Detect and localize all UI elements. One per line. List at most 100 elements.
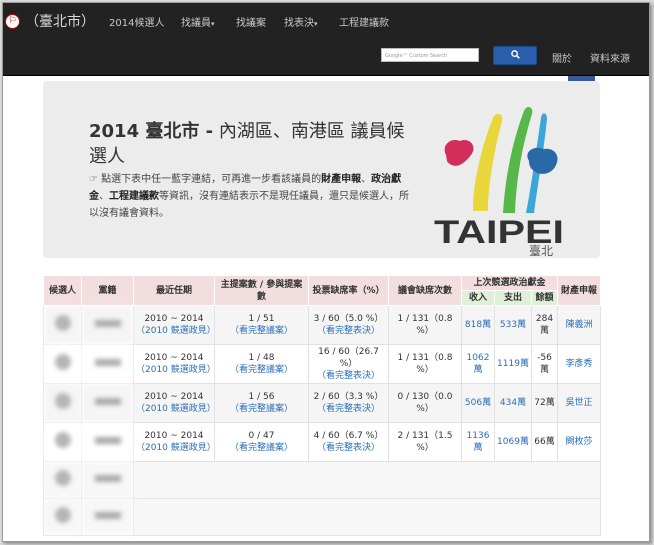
nav-link-construction-funds[interactable]: 工程建議款: [339, 14, 389, 29]
expense-cell: 434萬: [494, 383, 532, 423]
party-cell: [81, 498, 134, 536]
term-cell: 2010 ~ 2014 （2010 競選政見）: [133, 305, 216, 345]
property-link[interactable]: 李彥秀: [565, 359, 592, 369]
taipei-logo: TAIPEI 臺北: [434, 107, 564, 258]
brand-label: （臺北市）: [25, 14, 95, 30]
platform-link[interactable]: （2010 競選政見）: [136, 404, 216, 414]
council-absence-cell: 1 / 131（0.8 %）: [388, 344, 462, 384]
vote-absence-cell: 4 / 60（6.7 %） （看完整表決）: [308, 422, 389, 462]
balance-cell: -56萬: [531, 344, 558, 384]
property-link[interactable]: 闕枚莎: [565, 437, 592, 447]
candidates-table: 候選人 黨籍 最近任期 主提案數 / 參與提案數 投票缺席率（%） 議會缺席次數…: [43, 275, 601, 536]
header-balance: 餘額: [531, 290, 558, 306]
chevron-down-icon: ▾: [211, 20, 215, 28]
view-votes-link[interactable]: （看完整表決）: [317, 404, 380, 414]
chevron-down-icon: ▾: [314, 20, 318, 28]
view-bills-link[interactable]: （看完整議案）: [230, 326, 293, 336]
header-vote-absence: 投票缺席率（%）: [308, 275, 389, 306]
income-link[interactable]: 1136萬: [467, 431, 490, 453]
expense-link[interactable]: 1119萬: [497, 359, 529, 369]
header-income: 收入: [461, 290, 495, 306]
search-icon: [510, 50, 520, 59]
view-votes-link[interactable]: （看完整表決）: [317, 326, 380, 336]
nav-link-data-sources[interactable]: 資料來源: [590, 50, 630, 65]
income-link[interactable]: 1062萬: [467, 353, 490, 375]
header-council-absence: 議會缺席次數: [388, 275, 462, 306]
nav-link-find-councilor[interactable]: 找議員▾: [181, 14, 215, 29]
header-candidate: 候選人: [43, 275, 82, 306]
income-cell: 1136萬: [461, 422, 495, 462]
vote-absence-cell: 3 / 60（5.0 %） （看完整表決）: [308, 305, 389, 345]
income-cell: 506萬: [461, 383, 495, 423]
table-row: 2010 ~ 2014 （2010 競選政見） 1 / 56 （看完整議案） 2 /…: [43, 383, 601, 423]
header-bills: 主提案數 / 參與提案數: [214, 275, 309, 306]
expense-link[interactable]: 434萬: [500, 398, 526, 408]
candidates-table-wrapper: 候選人 黨籍 最近任期 主提案數 / 參與提案數 投票缺席率（%） 議會缺席次數…: [43, 275, 601, 536]
nav-link-about[interactable]: 關於: [552, 50, 572, 65]
page-title: 2014 臺北市 - 內湖區、南港區 議員候選人: [89, 121, 405, 167]
council-absence-cell: 1 / 131（0.8 %）: [388, 305, 462, 345]
nav-link-find-bills[interactable]: 找議案: [236, 14, 266, 29]
property-cell: 陳義洲: [557, 305, 601, 345]
expense-link[interactable]: 533萬: [500, 320, 526, 330]
search-button[interactable]: [493, 46, 537, 65]
expense-cell: 1069萬: [494, 422, 532, 462]
property-cell: 闕枚莎: [557, 422, 601, 462]
view-votes-link[interactable]: （看完整表決）: [317, 443, 380, 453]
term-cell: 2010 ~ 2014 （2010 競選政見）: [133, 344, 216, 384]
view-votes-link[interactable]: （看完整表決）: [317, 371, 380, 381]
property-link[interactable]: 陳義洲: [565, 320, 592, 330]
income-link[interactable]: 506萬: [465, 398, 491, 408]
vote-absence-cell: 16 / 60（26.7 %） （看完整表決）: [308, 344, 389, 384]
income-cell: 1062萬: [461, 344, 495, 384]
candidate-photo[interactable]: [43, 305, 82, 345]
browser-frame: ⚐ （臺北市） 2014候選人 找議員▾ 找議案 找表決▾ 工程建議款 Goog…: [2, 2, 650, 542]
intro-description: ☞ 點選下表中任一藍字連結，可再進一步看該議員的財產申報、政治獻金、工程建議款等…: [89, 174, 409, 219]
header-term: 最近任期: [133, 275, 215, 306]
term-cell: 2010 ~ 2014 （2010 競選政見）: [133, 422, 216, 462]
table-row: 2010 ~ 2014 （2010 競選政見） 0 / 47 （看完整議案） 4 /…: [43, 422, 601, 462]
property-cell: 李彥秀: [557, 344, 601, 384]
table-row: 2010 ~ 2014 （2010 競選政見） 1 / 48 （看完整議案） 16 …: [43, 344, 601, 384]
candidate-photo[interactable]: [43, 461, 82, 499]
empty-cell: [133, 461, 601, 499]
view-bills-link[interactable]: （看完整議案）: [230, 404, 293, 414]
platform-link[interactable]: （2010 競選政見）: [136, 443, 216, 453]
header-political-donation: 上次競選政治獻金: [461, 275, 558, 291]
view-bills-link[interactable]: （看完整議案）: [230, 365, 293, 375]
taipei-logo-subtext: 臺北: [529, 243, 553, 258]
candidate-photo[interactable]: [43, 383, 82, 423]
candidate-photo[interactable]: [43, 498, 82, 536]
expense-cell: 1119萬: [494, 344, 532, 384]
balance-cell: 284萬: [531, 305, 558, 345]
bills-cell: 0 / 47 （看完整議案）: [214, 422, 309, 462]
balance-cell: 72萬: [531, 383, 558, 423]
balance-cell: 66萬: [531, 422, 558, 462]
search-input[interactable]: Google™ Custom Search: [381, 48, 479, 62]
nav-link-find-votes[interactable]: 找表決▾: [284, 14, 318, 29]
table-row: [43, 461, 601, 499]
header-party: 黨籍: [81, 275, 134, 306]
view-bills-link[interactable]: （看完整議案）: [230, 443, 293, 453]
intro-panel: 2014 臺北市 - 內湖區、南港區 議員候選人 ☞ 點選下表中任一藍字連結，可…: [43, 81, 600, 258]
party-cell: [81, 461, 134, 499]
platform-link[interactable]: （2010 競選政見）: [136, 365, 216, 375]
expense-link[interactable]: 1069萬: [497, 437, 529, 447]
party-cell: [81, 344, 134, 384]
expense-cell: 533萬: [494, 305, 532, 345]
candidate-photo[interactable]: [43, 422, 82, 462]
header-property: 財產申報: [557, 275, 601, 306]
property-link[interactable]: 吳世正: [565, 398, 592, 408]
nav-link-candidates-2014[interactable]: 2014候選人: [109, 14, 164, 29]
site-brand[interactable]: ⚐ （臺北市）: [5, 10, 95, 32]
header-expense: 支出: [494, 290, 532, 306]
income-link[interactable]: 818萬: [465, 320, 491, 330]
vote-absence-cell: 2 / 60（3.3 %） （看完整表決）: [308, 383, 389, 423]
platform-link[interactable]: （2010 競選政見）: [136, 326, 216, 336]
brand-logo-icon: ⚐: [5, 13, 20, 29]
bills-cell: 1 / 51 （看完整議案）: [214, 305, 309, 345]
table-row: [43, 498, 601, 536]
top-navbar: ⚐ （臺北市） 2014候選人 找議員▾ 找議案 找表決▾ 工程建議款 Goog…: [3, 3, 649, 76]
term-cell: 2010 ~ 2014 （2010 競選政見）: [133, 383, 216, 423]
candidate-photo[interactable]: [43, 344, 82, 384]
